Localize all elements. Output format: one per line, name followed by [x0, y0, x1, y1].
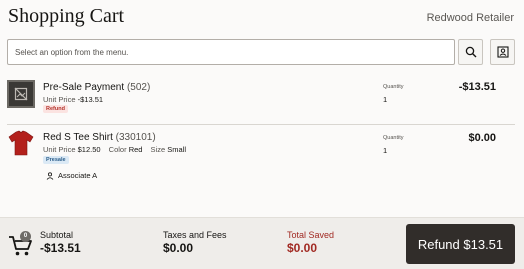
store-name: Redwood Retailer	[426, 12, 514, 24]
item-title: Red S Tee Shirt	[43, 132, 113, 143]
presale-badge: Presale	[43, 156, 69, 164]
associate-tag[interactable]: Associate A	[46, 171, 97, 180]
taxes-summary: Taxes and Fees $0.00	[163, 230, 227, 255]
search-icon	[465, 46, 476, 58]
shopping-cart-page: Shopping Cart Redwood Retailer Select an…	[0, 0, 524, 269]
item-meta: Unit Price -$13.51	[43, 95, 103, 104]
item-name: Pre-Sale Payment (502)	[43, 82, 150, 93]
unit-price-label: Unit Price	[43, 145, 76, 154]
item-thumbnail	[7, 80, 35, 108]
quantity-value: 1	[383, 95, 388, 104]
taxes-value: $0.00	[163, 241, 194, 255]
person-icon	[46, 171, 54, 180]
quantity-value: 1	[383, 146, 388, 155]
no-image-icon	[14, 87, 28, 101]
saved-label: Total Saved	[287, 230, 335, 240]
cart-footer: 0 Subtotal -$13.51 Taxes and Fees $0.00 …	[0, 217, 524, 269]
subtotal-summary: Subtotal -$13.51	[40, 230, 81, 255]
saved-summary: Total Saved $0.00	[287, 230, 334, 255]
item-name: Red S Tee Shirt (330101)	[43, 132, 156, 143]
cart-line-item[interactable]: Pre-Sale Payment (502) Unit Price -$13.5…	[0, 72, 524, 122]
cart-line-item[interactable]: Red S Tee Shirt (330101) Unit Price $12.…	[0, 124, 524, 184]
search-row	[7, 39, 515, 65]
subtotal-value: -$13.51	[40, 241, 81, 255]
taxes-label: Taxes and Fees	[163, 230, 227, 240]
color-label: Color	[108, 145, 127, 154]
item-title: Pre-Sale Payment	[43, 82, 125, 93]
saved-value: $0.00	[287, 241, 318, 255]
page-title: Shopping Cart	[8, 5, 125, 27]
color-value: Red	[128, 145, 143, 154]
quantity-label: Quantity	[383, 135, 404, 141]
item-code: (330101)	[115, 132, 156, 143]
customer-lookup-button[interactable]	[490, 39, 515, 65]
red-tshirt-image	[8, 130, 34, 156]
unit-price-value: $12.50	[77, 145, 101, 154]
subtotal-label: Subtotal	[40, 230, 74, 240]
scan-person-icon	[496, 46, 509, 58]
cart-count-badge: 0	[20, 231, 31, 242]
search-button[interactable]	[458, 39, 483, 65]
refund-badge: Refund	[43, 105, 68, 113]
unit-price-value: -$13.51	[77, 95, 104, 104]
header: Shopping Cart Redwood Retailer	[0, 0, 524, 36]
item-meta: Unit Price $12.50 Color Red Size Small	[43, 145, 186, 154]
search-input[interactable]	[7, 39, 455, 65]
item-thumbnail	[7, 129, 35, 157]
line-total: $0.00	[468, 132, 496, 144]
refund-button[interactable]: Refund $13.51	[406, 224, 515, 264]
size-label: Size	[150, 145, 166, 154]
unit-price-label: Unit Price	[43, 95, 76, 104]
associate-name: Associate A	[58, 171, 98, 180]
quantity-label: Quantity	[383, 84, 404, 90]
item-code: (502)	[126, 82, 151, 93]
size-value: Small	[167, 145, 186, 154]
line-total: -$13.51	[458, 81, 496, 93]
